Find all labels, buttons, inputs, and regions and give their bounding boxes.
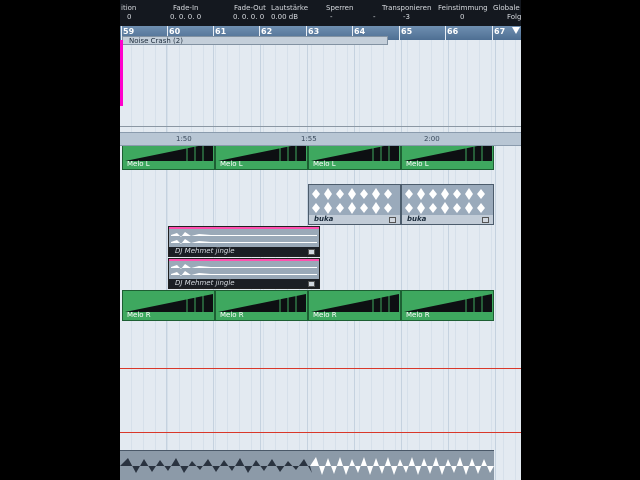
clip-handle-icon[interactable] bbox=[308, 249, 315, 255]
ruler-bar-67: 67 bbox=[494, 27, 506, 36]
project-window: ition Fade-In Fade-Out Lautstärke Sperre… bbox=[120, 0, 521, 480]
info-header-global: Globale bbox=[493, 4, 520, 12]
ruler-tick bbox=[492, 26, 493, 40]
info-header-volume: Lautstärke bbox=[271, 4, 309, 12]
melo-l-clip-label: Melo L bbox=[127, 160, 150, 168]
buka-waveform bbox=[312, 188, 392, 214]
buka-clip[interactable]: buka bbox=[308, 184, 401, 225]
ruler-tick bbox=[399, 26, 400, 40]
ruler-bar-60: 60 bbox=[169, 27, 181, 36]
info-header-fade-in: Fade-In bbox=[173, 4, 199, 12]
clip-selection-bar bbox=[169, 259, 319, 261]
dj-waveform bbox=[171, 232, 317, 244]
time-ruler-label: 1:55 bbox=[301, 135, 317, 143]
ruler-bar-62: 62 bbox=[261, 27, 273, 36]
dj-waveform bbox=[171, 264, 317, 276]
ruler-bar-66: 66 bbox=[447, 27, 459, 36]
info-value-transpose[interactable]: -3 bbox=[403, 13, 410, 22]
melo-r-clip-label: Melo R bbox=[127, 311, 151, 319]
info-value-finetune[interactable]: 0 bbox=[460, 13, 464, 22]
ruler-tick bbox=[445, 26, 446, 40]
clip-handle-icon[interactable] bbox=[389, 217, 396, 223]
ruler-bar-59: 59 bbox=[123, 27, 135, 36]
dj-jingle-clip-label: DJ Mehmet jingle bbox=[169, 247, 319, 256]
info-value-lock[interactable]: - bbox=[330, 13, 333, 22]
noise-crash-clip-label: Noise Crash (2) bbox=[129, 37, 183, 45]
buka-waveform bbox=[405, 188, 485, 214]
ruler-bar-64: 64 bbox=[354, 27, 366, 36]
melo-r-clip-label: Melo R bbox=[220, 311, 244, 319]
info-header-transpose: Transponieren bbox=[382, 4, 432, 12]
track-divider bbox=[120, 126, 521, 127]
buka-clip-label: buka bbox=[309, 215, 400, 224]
dj-jingle-clip[interactable]: DJ Mehmet jingle bbox=[168, 258, 320, 289]
ruler-bar-65: 65 bbox=[401, 27, 413, 36]
info-value-fade-out[interactable]: 0. 0. 0. 0 bbox=[233, 13, 264, 22]
marker-line bbox=[120, 432, 521, 433]
melo-waveform bbox=[311, 294, 399, 312]
event-info-bar: ition Fade-In Fade-Out Lautstärke Sperre… bbox=[120, 0, 521, 26]
time-ruler[interactable]: 1:50 1:55 2:00 bbox=[120, 132, 521, 146]
dj-jingle-clip[interactable]: DJ Mehmet jingle bbox=[168, 226, 320, 257]
bottom-waveform bbox=[120, 457, 494, 475]
time-ruler-label: 2:00 bbox=[424, 135, 440, 143]
time-ruler-label: 1:50 bbox=[176, 135, 192, 143]
ruler-end-marker-icon bbox=[512, 27, 520, 34]
melo-r-clip-label: Melo R bbox=[406, 311, 430, 319]
buka-clip[interactable]: buka bbox=[401, 184, 494, 225]
melo-waveform bbox=[125, 294, 213, 312]
info-value-fade-in[interactable]: 0. 0. 0. 0 bbox=[170, 13, 201, 22]
info-header-lock: Sperren bbox=[326, 4, 354, 12]
clip-selection-bar bbox=[169, 227, 319, 229]
info-header-fade-out: Fade-Out bbox=[234, 4, 266, 12]
selection-cursor bbox=[120, 40, 123, 106]
melo-r-clip[interactable]: Melo R bbox=[215, 290, 308, 321]
buka-clip-label: buka bbox=[402, 215, 493, 224]
ruler-bar-63: 63 bbox=[308, 27, 320, 36]
bottom-audio-clip[interactable] bbox=[120, 450, 494, 480]
marker-line bbox=[120, 368, 521, 369]
clip-handle-icon[interactable] bbox=[482, 217, 489, 223]
ruler-bar-61: 61 bbox=[215, 27, 227, 36]
info-header-finetune: Feinstimmung bbox=[438, 4, 488, 12]
melo-r-clip-label: Melo R bbox=[313, 311, 337, 319]
melo-waveform bbox=[404, 294, 492, 312]
info-value-volume[interactable]: 0.00 dB bbox=[271, 13, 298, 22]
melo-l-clip-label: Melo L bbox=[220, 160, 243, 168]
melo-r-clip[interactable]: Melo R bbox=[122, 290, 215, 321]
melo-waveform bbox=[218, 294, 306, 312]
melo-r-clip[interactable]: Melo R bbox=[308, 290, 401, 321]
melo-l-clip-label: Melo L bbox=[313, 160, 336, 168]
dj-jingle-clip-label: DJ Mehmet jingle bbox=[169, 279, 319, 288]
info-header-position: ition bbox=[121, 4, 137, 12]
melo-r-clip[interactable]: Melo R bbox=[401, 290, 494, 321]
info-value-position[interactable]: 0 bbox=[127, 13, 131, 22]
info-value-global[interactable]: Folg bbox=[507, 13, 521, 22]
info-value-transpose-dash[interactable]: - bbox=[373, 13, 376, 22]
noise-crash-clip[interactable]: Noise Crash (2) bbox=[122, 36, 388, 45]
melo-l-clip-label: Melo L bbox=[406, 160, 429, 168]
clip-handle-icon[interactable] bbox=[308, 281, 315, 287]
